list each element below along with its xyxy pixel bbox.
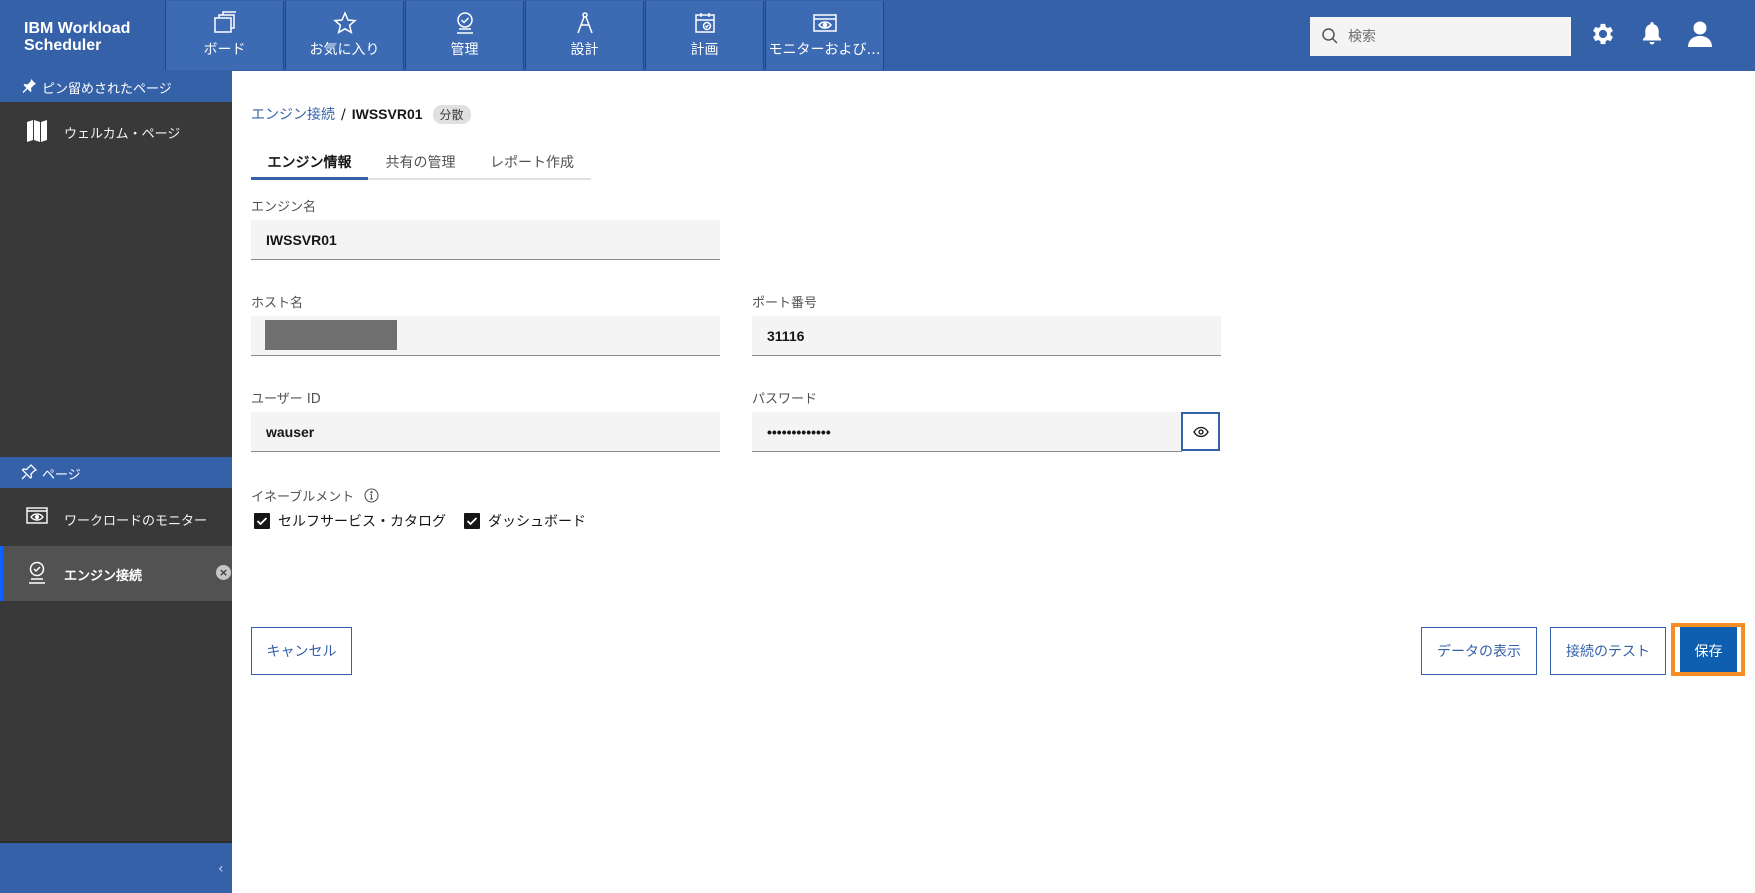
info-icon[interactable] xyxy=(364,488,379,507)
unpin-icon xyxy=(21,464,38,484)
show-password-eye-icon[interactable] xyxy=(1181,412,1220,451)
cancel-button[interactable]: キャンセル xyxy=(251,627,352,675)
star-icon xyxy=(286,11,403,35)
engine-connection-icon xyxy=(26,561,48,589)
nav-tab-plan[interactable]: 計画 xyxy=(645,1,764,70)
settings-gear-icon[interactable] xyxy=(1587,18,1619,50)
eye-monitor-icon xyxy=(26,506,48,530)
host-name-field[interactable] xyxy=(251,316,720,356)
plan-icon xyxy=(646,11,763,35)
monitor-icon xyxy=(766,11,883,35)
sidebar-item-welcome[interactable]: ウェルカム・ページ xyxy=(0,104,232,159)
enablement-label-row: イネーブルメント xyxy=(251,486,379,507)
user-id-field xyxy=(251,412,720,452)
nav-tab-monitor-label: モニターおよび… xyxy=(768,42,881,58)
search-box[interactable] xyxy=(1310,17,1571,56)
nav-tab-favorites[interactable]: お気に入り xyxy=(285,1,404,70)
password-field xyxy=(752,412,1182,452)
nav-tab-favorites-label: お気に入り xyxy=(309,42,380,58)
dashboard-label: ダッシュボード xyxy=(488,514,586,530)
app-title-line2: Scheduler xyxy=(24,37,102,54)
password-label: パスワード xyxy=(752,392,818,407)
search-input[interactable] xyxy=(1348,17,1563,56)
nav-tab-admin-label: 管理 xyxy=(450,42,479,58)
nav-tab-admin[interactable]: 管理 xyxy=(405,1,524,70)
pin-icon xyxy=(21,78,37,98)
self-service-catalog-label: セルフサービス・カタログ xyxy=(278,514,446,530)
pages-header-label: ページ xyxy=(42,468,81,483)
port-number-field xyxy=(752,316,1221,356)
breadcrumb: エンジン接続 / IWSSVR01 分散 xyxy=(251,104,471,124)
notification-bell-icon[interactable] xyxy=(1636,18,1668,50)
top-navigation-bar: IBM Workload Scheduler ボード お気に入り 管理 設計 計… xyxy=(0,0,1755,71)
nav-tab-board-label: ボード xyxy=(203,42,246,58)
sidebar-item-welcome-label: ウェルカム・ページ xyxy=(64,127,181,142)
tab-engine-info[interactable]: エンジン情報 xyxy=(251,142,368,180)
engine-name-input[interactable] xyxy=(266,220,642,259)
app-title[interactable]: IBM Workload Scheduler xyxy=(24,20,154,54)
user-id-input[interactable] xyxy=(266,412,642,451)
host-name-label: ホスト名 xyxy=(251,296,304,311)
sidebar: ピン留めされたページ ウェルカム・ページ ページ ワークロードのモニター エンジ… xyxy=(0,71,232,893)
close-page-icon[interactable]: × xyxy=(216,565,231,580)
password-input[interactable] xyxy=(767,412,1111,451)
pinned-pages-header: ピン留めされたページ xyxy=(0,71,232,102)
user-id-label: ユーザー ID xyxy=(251,392,321,407)
save-button-highlight xyxy=(1671,623,1745,676)
tab-sharing[interactable]: 共有の管理 xyxy=(368,142,473,180)
collapse-sidebar-chevron-icon[interactable]: ‹ xyxy=(218,861,224,877)
distributed-tag: 分散 xyxy=(432,105,471,124)
sidebar-item-workload-monitor-label: ワークロードのモニター xyxy=(64,514,208,529)
sidebar-item-engine-connection[interactable]: エンジン接続 × xyxy=(0,546,232,601)
design-icon xyxy=(526,11,643,35)
app-title-line1: IBM Workload xyxy=(24,20,131,37)
pinned-pages-header-label: ピン留めされたページ xyxy=(42,82,172,97)
dashboard-check-icon xyxy=(464,513,480,529)
port-number-input[interactable] xyxy=(767,316,1143,355)
sidebar-footer: ‹ xyxy=(0,843,232,893)
breadcrumb-separator: / xyxy=(341,107,346,123)
port-number-label: ポート番号 xyxy=(752,296,818,311)
redacted-host-value xyxy=(265,320,397,350)
engine-name-field xyxy=(251,220,720,260)
pages-header: ページ xyxy=(0,457,232,488)
show-data-button[interactable]: データの表示 xyxy=(1421,627,1537,675)
map-icon xyxy=(26,119,48,147)
tab-reporting[interactable]: レポート作成 xyxy=(473,142,591,180)
sidebar-item-engine-connection-label: エンジン接続 xyxy=(64,569,143,584)
nav-tab-board[interactable]: ボード xyxy=(165,1,284,70)
breadcrumb-current: IWSSVR01 xyxy=(351,106,423,122)
search-icon xyxy=(1321,27,1339,49)
sidebar-item-workload-monitor[interactable]: ワークロードのモニター xyxy=(0,491,232,546)
board-icon xyxy=(166,11,283,35)
test-connection-button[interactable]: 接続のテスト xyxy=(1550,627,1666,675)
engine-name-label: エンジン名 xyxy=(251,200,317,215)
self-service-catalog-check-icon xyxy=(254,513,270,529)
nav-tab-monitor[interactable]: モニターおよび… xyxy=(765,1,884,70)
nav-tab-design-label: 設計 xyxy=(570,42,599,58)
nav-tab-plan-label: 計画 xyxy=(690,42,719,58)
nav-tab-design[interactable]: 設計 xyxy=(525,1,644,70)
user-profile-icon[interactable] xyxy=(1684,18,1716,50)
breadcrumb-link-engine-connection[interactable]: エンジン接続 xyxy=(251,107,335,123)
admin-icon xyxy=(406,11,523,35)
enablement-label: イネーブルメント xyxy=(251,490,355,505)
